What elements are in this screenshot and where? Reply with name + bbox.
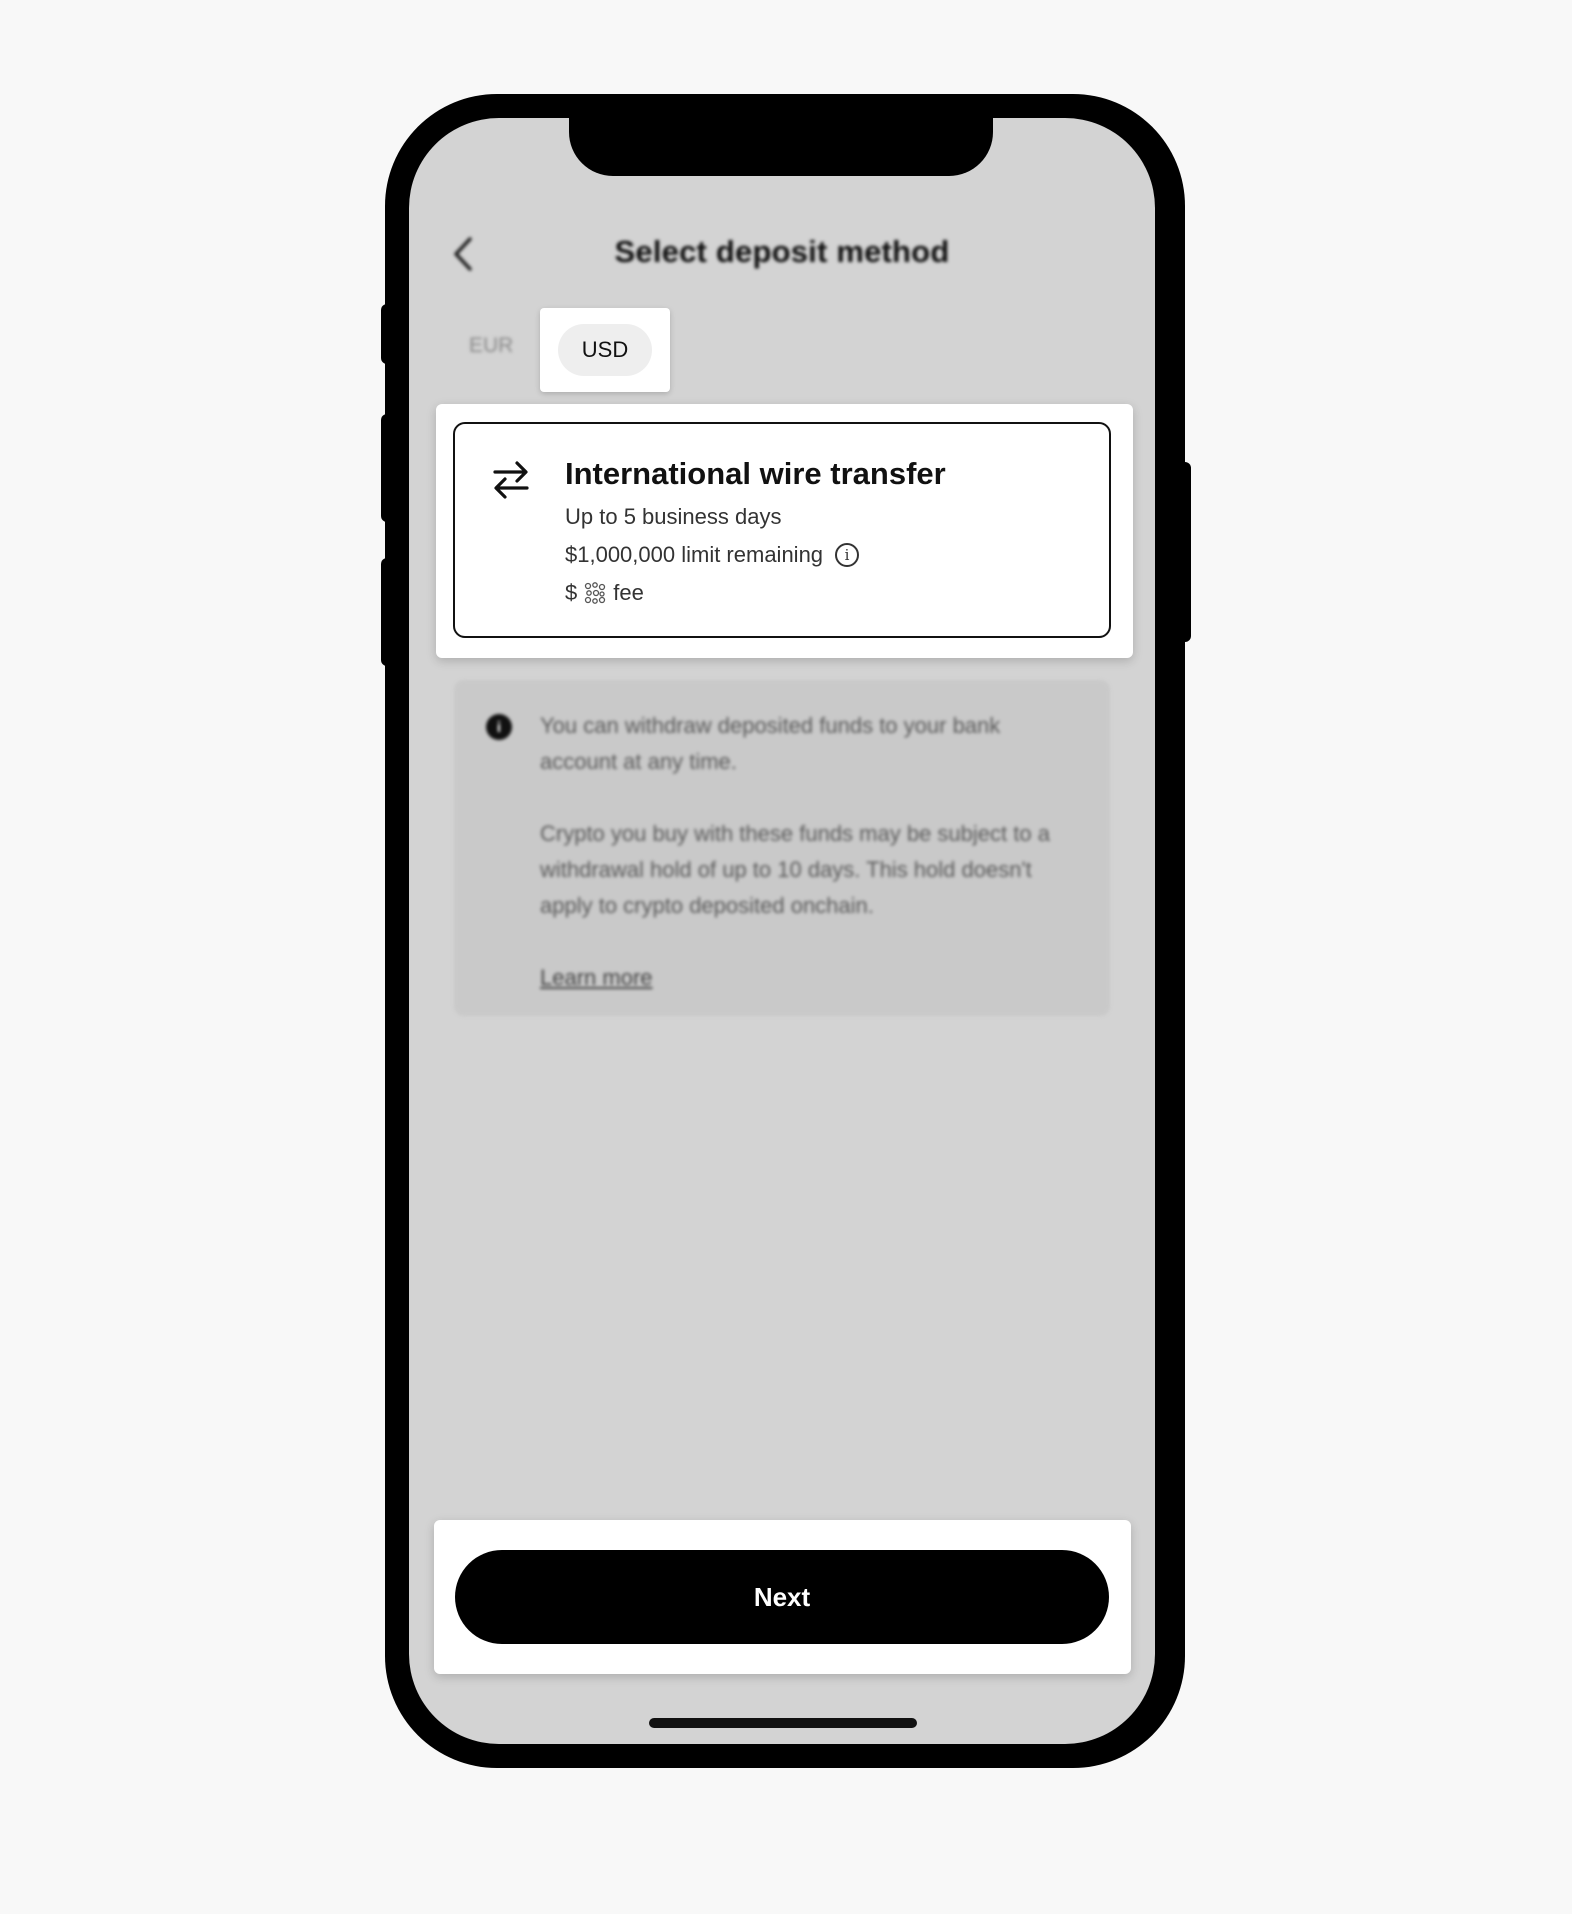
limit-info-icon[interactable]: i: [835, 543, 860, 567]
info-icon: i: [486, 714, 512, 740]
tab-usd-label: USD: [558, 324, 652, 376]
wire-transfer-option[interactable]: International wire transfer Up to 5 busi…: [453, 422, 1111, 638]
learn-more-link[interactable]: Learn more: [540, 960, 653, 996]
next-button[interactable]: Next: [455, 1550, 1109, 1644]
home-indicator: [649, 1718, 917, 1728]
transfer-arrows-icon: [493, 461, 529, 499]
info-panel: i You can withdraw deposited funds to yo…: [454, 680, 1110, 1016]
method-highlight: International wire transfer Up to 5 busi…: [436, 404, 1133, 658]
info-paragraph-withdraw: You can withdraw deposited funds to your…: [540, 713, 1001, 774]
method-limit: $1,000,000 limit remaining: [565, 542, 824, 567]
fee-label: fee: [613, 580, 644, 605]
page-title: Select deposit method: [614, 234, 950, 269]
info-paragraph-hold: Crypto you buy with these funds may be s…: [540, 821, 1050, 918]
fee-currency: $: [565, 580, 578, 605]
tab-usd[interactable]: USD: [540, 308, 670, 392]
method-fee-row: $ fee: [565, 580, 644, 606]
fee-amount-loading-icon: [585, 582, 606, 604]
phone-screen: Select deposit method EUR USD Internatio…: [409, 118, 1155, 1744]
info-text: You can withdraw deposited funds to your…: [540, 708, 1080, 996]
method-duration: Up to 5 business days: [565, 504, 782, 529]
method-title: International wire transfer: [565, 456, 946, 491]
tab-eur[interactable]: EUR: [469, 334, 513, 358]
method-limit-row: $1,000,000 limit remaining i: [565, 542, 860, 568]
phone-notch: [569, 118, 993, 176]
canvas: Select deposit method EUR USD Internatio…: [0, 0, 1572, 1914]
next-highlight: Next: [434, 1520, 1131, 1674]
